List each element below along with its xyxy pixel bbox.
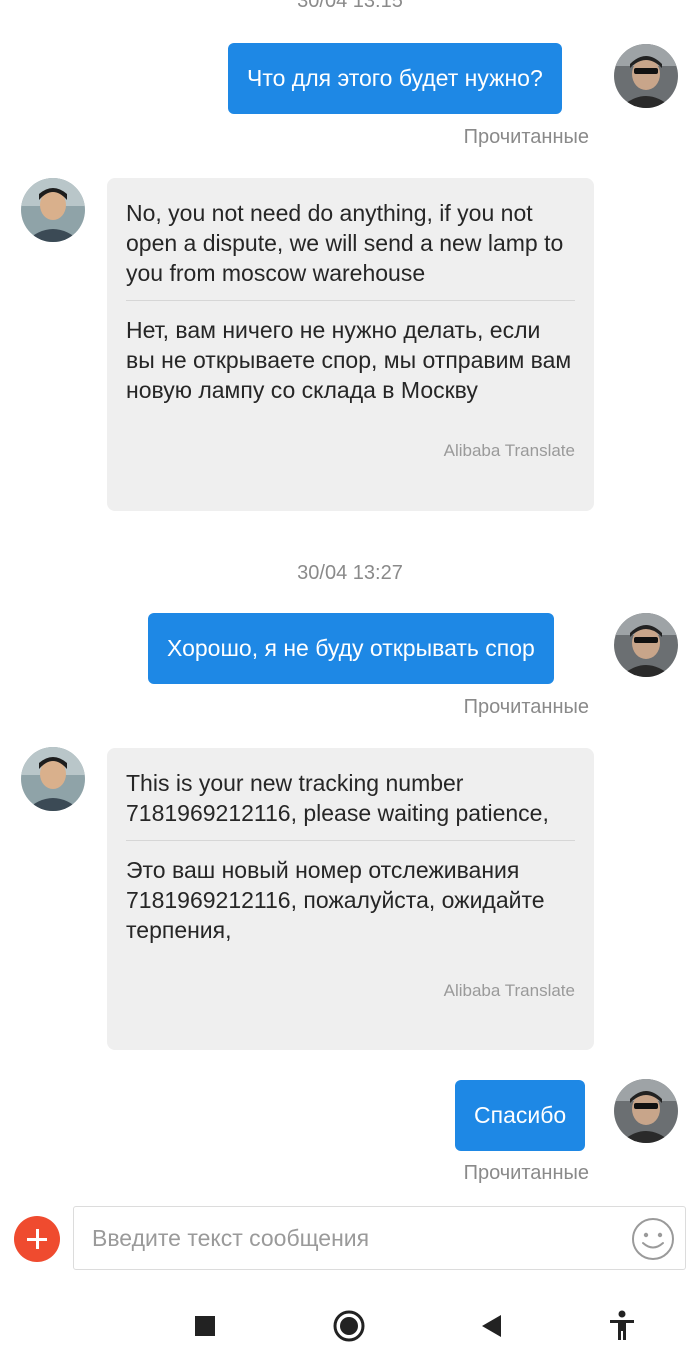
my-avatar[interactable] — [614, 1079, 678, 1143]
read-status: Прочитанные — [463, 696, 589, 718]
outgoing-message[interactable]: Хорошо, я не буду открывать спор — [148, 613, 554, 684]
message-input[interactable] — [74, 1207, 604, 1269]
incoming-message[interactable]: This is your new tracking number 7181969… — [107, 748, 594, 1050]
my-avatar[interactable] — [614, 613, 678, 677]
accessibility-icon[interactable] — [602, 1306, 642, 1346]
avatar-image — [614, 1079, 678, 1143]
back-triangle-icon[interactable] — [472, 1306, 512, 1346]
translated-text: Нет, вам ничего не нужно делать, если вы… — [126, 317, 572, 403]
read-status: Прочитанные — [463, 1162, 589, 1184]
message-input-box — [73, 1206, 686, 1270]
translated-text: Это ваш новый номер отслеживания 7181969… — [126, 857, 545, 943]
divider — [126, 300, 575, 301]
translate-attribution: Alibaba Translate — [443, 441, 575, 460]
outgoing-message[interactable]: Что для этого будет нужно? — [228, 43, 562, 114]
record-circle-icon[interactable] — [329, 1306, 369, 1346]
original-text: This is your new tracking number 7181969… — [126, 770, 549, 826]
seller-avatar[interactable] — [21, 178, 85, 242]
read-status: Прочитанные — [463, 126, 589, 148]
divider — [126, 840, 575, 841]
avatar-image — [21, 747, 85, 811]
system-navigation-bar — [0, 1290, 700, 1365]
message-composer — [0, 1200, 700, 1280]
timestamp: 30/04 13:15 — [297, 0, 403, 12]
plus-icon[interactable] — [14, 1216, 60, 1262]
incoming-message[interactable]: No, you not need do anything, if you not… — [107, 178, 594, 511]
smiley-icon[interactable] — [631, 1217, 675, 1261]
avatar-image — [21, 178, 85, 242]
avatar-image — [614, 44, 678, 108]
avatar-image — [614, 613, 678, 677]
outgoing-message[interactable]: Спасибо — [455, 1080, 586, 1151]
seller-avatar[interactable] — [21, 747, 85, 811]
my-avatar[interactable] — [614, 44, 678, 108]
original-text: No, you not need do anything, if you not… — [126, 200, 564, 286]
timestamp: 30/04 13:27 — [297, 562, 403, 584]
stop-square-icon[interactable] — [185, 1306, 225, 1346]
translate-attribution: Alibaba Translate — [443, 981, 575, 1000]
